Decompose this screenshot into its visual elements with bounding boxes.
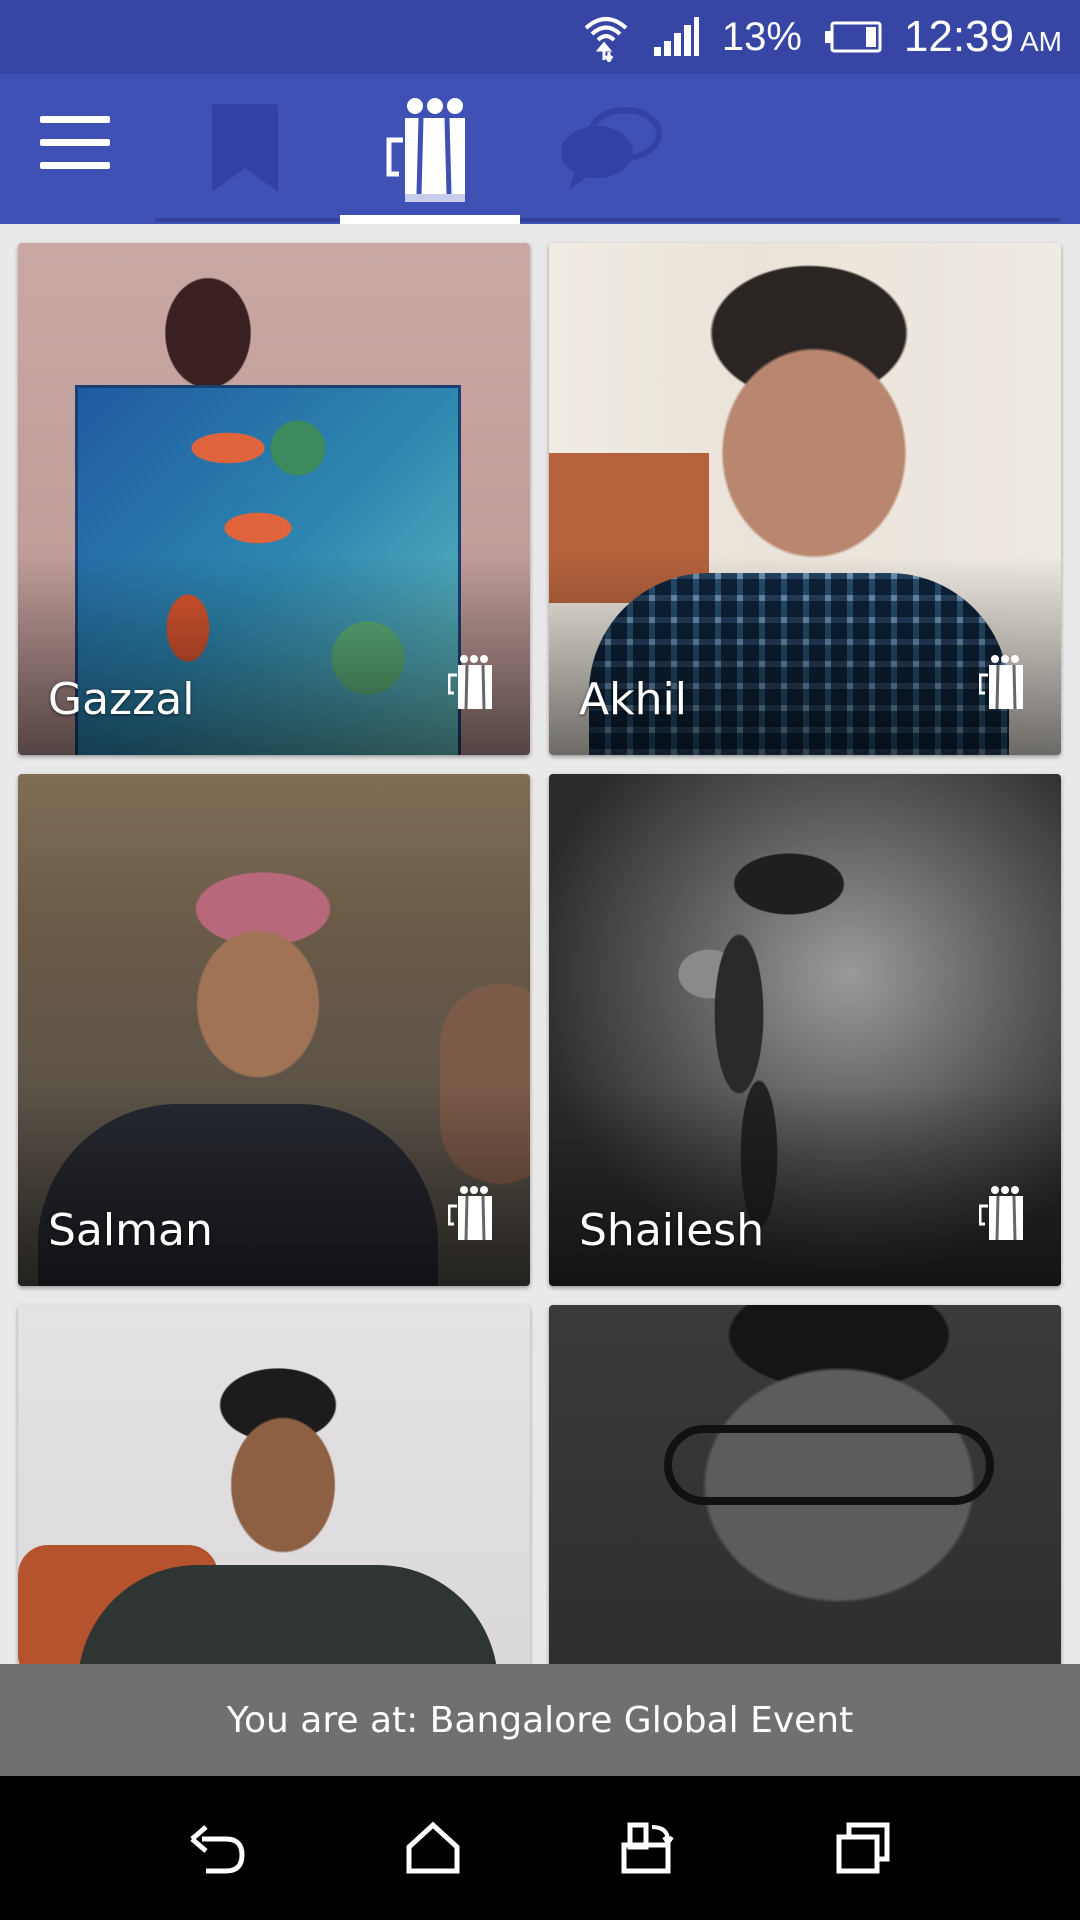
tab-people[interactable] <box>340 74 520 224</box>
people-icon[interactable] <box>979 653 1025 711</box>
person-card-salman[interactable]: Salman <box>18 774 530 1286</box>
clock-ampm: AM <box>1020 26 1062 57</box>
person-name: Salman <box>48 1205 213 1256</box>
people-icon <box>386 98 465 202</box>
people-icon[interactable] <box>448 1184 494 1242</box>
tab-track <box>155 218 1060 222</box>
battery-icon <box>824 21 882 53</box>
people-icon[interactable] <box>448 653 494 711</box>
app-bar <box>0 74 1080 224</box>
person-name: Shailesh <box>579 1205 765 1256</box>
person-card-gazzal[interactable]: Gazzal <box>18 243 530 755</box>
wifi-icon <box>582 12 630 62</box>
back-icon[interactable] <box>173 1803 263 1893</box>
person-card-shailesh[interactable]: Shailesh <box>549 774 1061 1286</box>
chat-icon <box>561 107 662 190</box>
people-icon[interactable] <box>979 1184 1025 1242</box>
location-banner: You are at: Bangalore Global Event <box>0 1664 1080 1776</box>
home-icon[interactable] <box>388 1803 478 1893</box>
status-bar: 13% 12:39 AM <box>0 0 1080 74</box>
signal-icon <box>652 17 700 57</box>
battery-percent: 13% <box>721 14 802 59</box>
clock-time: 12:39 <box>903 12 1014 61</box>
recents-icon[interactable] <box>818 1803 908 1893</box>
tab-bookmarks[interactable] <box>155 74 335 224</box>
tab-chat[interactable] <box>520 74 700 224</box>
rotate-icon[interactable] <box>603 1803 693 1893</box>
person-name: Gazzal <box>48 674 195 725</box>
clock: 12:39 AM <box>904 12 1062 62</box>
person-name: Akhil <box>579 674 687 725</box>
person-card-akhil[interactable]: Akhil <box>549 243 1061 755</box>
tab-indicator <box>340 215 520 224</box>
menu-icon[interactable] <box>40 116 110 176</box>
location-text: You are at: Bangalore Global Event <box>226 1699 854 1741</box>
bookmark-icon <box>212 104 278 192</box>
system-nav-bar <box>0 1776 1080 1920</box>
